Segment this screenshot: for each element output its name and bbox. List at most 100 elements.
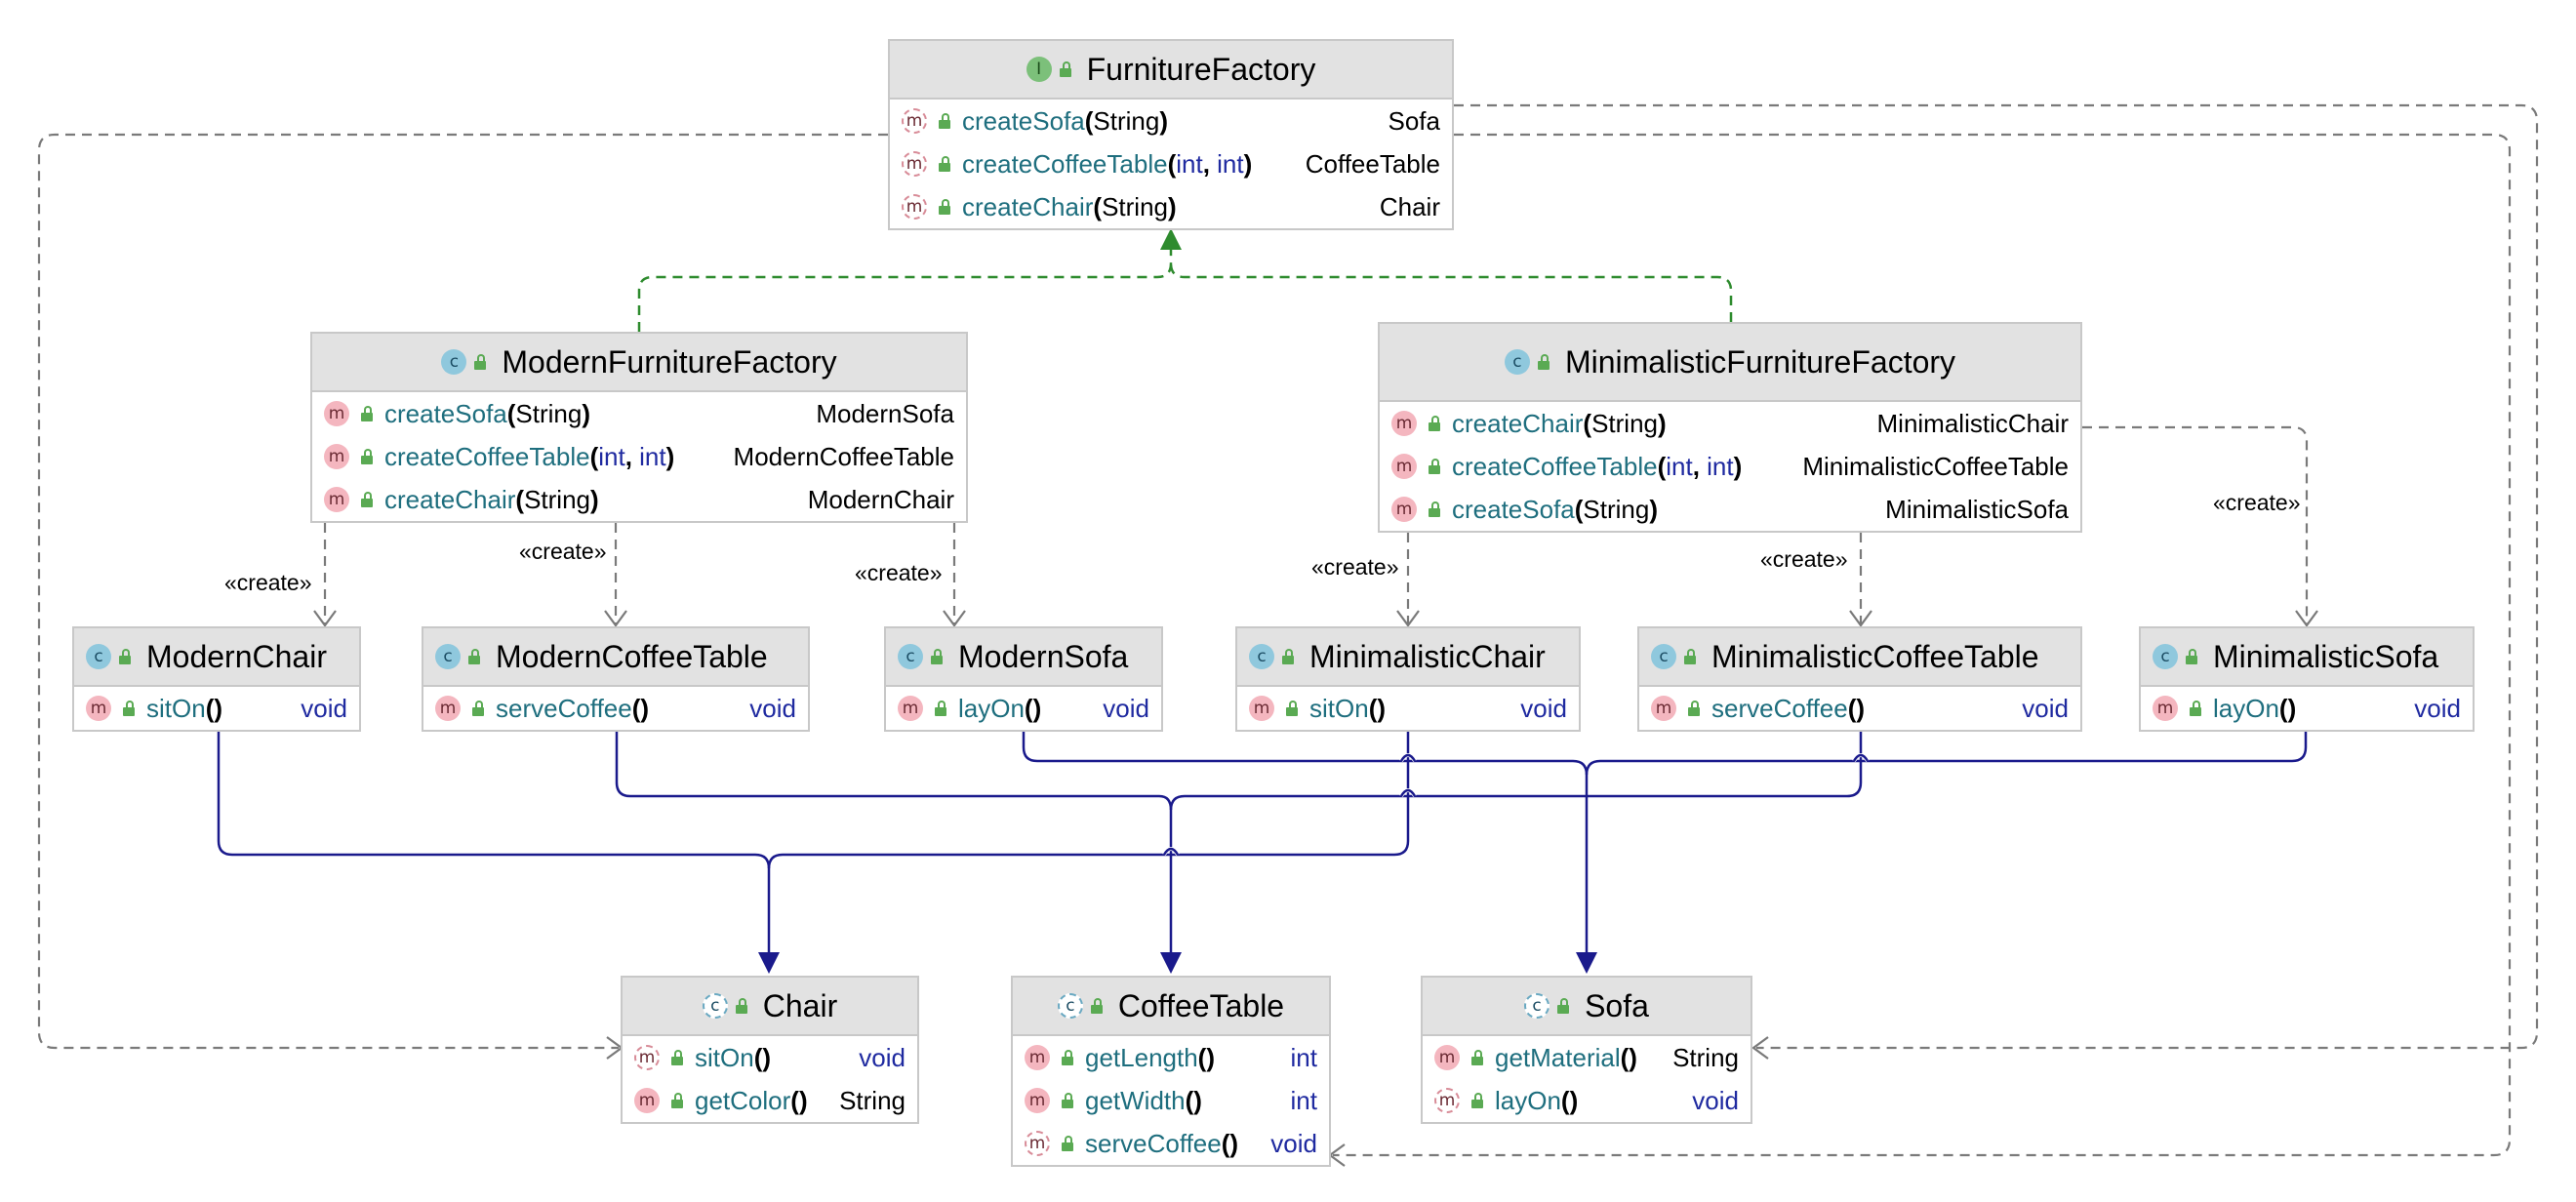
method-icon: m: [1249, 696, 1274, 721]
class-header: c Chair: [623, 978, 917, 1036]
method-row[interactable]: m getMaterial() String: [1423, 1036, 1751, 1079]
method-row[interactable]: m createCoffeeTable(int, int) ModernCoff…: [312, 435, 966, 478]
public-icon: [937, 199, 952, 215]
public-icon: [359, 406, 375, 421]
class-minimalisticfurniturefactory[interactable]: c MinimalisticFurnitureFactory m createC…: [1378, 322, 2082, 533]
class-header: c ModernFurnitureFactory: [312, 334, 966, 392]
create-label: «create»: [2213, 490, 2301, 515]
method-name: createSofa: [384, 398, 507, 428]
return-type: void: [859, 1042, 906, 1072]
method-row[interactable]: m layOn() void: [2141, 687, 2473, 730]
interface-icon: I: [1026, 57, 1052, 82]
class-header: I FurnitureFactory: [890, 41, 1452, 100]
class-name: MinimalisticCoffeeTable: [1711, 638, 2039, 674]
method-row[interactable]: m createChair(String) ModernChair: [312, 478, 966, 521]
method-row[interactable]: m createCoffeeTable(int, int) CoffeeTabl…: [890, 142, 1452, 185]
method-icon: m: [324, 401, 349, 426]
class-name: ModernSofa: [958, 638, 1129, 674]
return-type: CoffeeTable: [1305, 148, 1440, 179]
method-row[interactable]: m createChair(String) Chair: [890, 185, 1452, 228]
method-row[interactable]: m sitOn() void: [74, 687, 359, 730]
class-icon: c: [898, 644, 923, 669]
public-icon: [2184, 649, 2199, 664]
class-icon: c: [1249, 644, 1274, 669]
method-name: createChair: [1452, 408, 1584, 438]
method-row[interactable]: m createCoffeeTable(int, int) Minimalist…: [1380, 445, 2080, 488]
class-name: MinimalisticSofa: [2213, 638, 2439, 674]
abstract-method-icon: m: [634, 1045, 660, 1070]
edge-minimalisticchair-to-chair: [767, 730, 1410, 869]
method-name: serveCoffee: [496, 693, 632, 723]
method-row[interactable]: m sitOn() void: [623, 1036, 917, 1079]
class-sofa[interactable]: c Sofa m getMaterial() String m layOn() …: [1421, 976, 1752, 1124]
class-minimalisticcoffeetable[interactable]: c MinimalisticCoffeeTable m serveCoffee(…: [1637, 626, 2082, 732]
method-row[interactable]: m layOn() void: [1423, 1079, 1751, 1122]
edge-minimalisticfactory-implements: [1169, 262, 1733, 322]
method-row[interactable]: m sitOn() void: [1237, 687, 1579, 730]
public-icon: [1060, 1050, 1075, 1065]
method-row[interactable]: m getWidth() int: [1013, 1079, 1329, 1122]
public-icon: [929, 649, 945, 664]
class-icon: c: [1651, 644, 1676, 669]
return-type: ModernSofa: [816, 398, 954, 428]
method-row[interactable]: m createChair(String) MinimalisticChair: [1380, 402, 2080, 445]
method-row[interactable]: m getColor() String: [623, 1079, 917, 1122]
arrowhead-coffeetable: [1160, 952, 1182, 974]
return-type: int: [1290, 1085, 1317, 1115]
edge-modernsofa-to-sofa: [1022, 730, 1589, 954]
public-icon: [933, 701, 948, 716]
return-type: void: [2022, 693, 2069, 723]
class-furniturefactory[interactable]: I FurnitureFactory m createSofa(String) …: [888, 39, 1454, 230]
method-row[interactable]: m getLength() int: [1013, 1036, 1329, 1079]
return-type: MinimalisticChair: [1876, 408, 2069, 438]
class-chair[interactable]: c Chair m sitOn() void m getColor() Stri…: [621, 976, 919, 1124]
return-type: void: [1692, 1085, 1739, 1115]
method-row[interactable]: m createSofa(String) Sofa: [890, 100, 1452, 142]
class-name: ModernChair: [146, 638, 327, 674]
class-minimalisticchair[interactable]: c MinimalisticChair m sitOn() void: [1235, 626, 1581, 732]
method-icon: m: [1434, 1045, 1460, 1070]
abstract-method-icon: m: [902, 151, 927, 177]
return-type: MinimalisticCoffeeTable: [1802, 451, 2069, 481]
abstract-class-icon: c: [702, 993, 728, 1019]
method-row[interactable]: m serveCoffee() void: [1639, 687, 2080, 730]
public-icon: [466, 649, 482, 664]
method-row[interactable]: m serveCoffee() void: [1013, 1122, 1329, 1165]
arrowhead-furniturefactory: [1160, 228, 1182, 250]
public-icon: [117, 649, 133, 664]
class-modernchair[interactable]: c ModernChair m sitOn() void: [72, 626, 361, 732]
method-name: getMaterial: [1495, 1042, 1621, 1072]
class-name: MinimalisticChair: [1309, 638, 1546, 674]
method-row[interactable]: m createSofa(String) ModernSofa: [312, 392, 966, 435]
class-modernfurniturefactory[interactable]: c ModernFurnitureFactory m createSofa(St…: [310, 332, 968, 523]
edge-minimalisticcoffeetable-to-coffeetable: [1169, 730, 1863, 811]
method-name: createChair: [384, 484, 516, 514]
class-minimalisticsofa[interactable]: c MinimalisticSofa m layOn() void: [2139, 626, 2475, 732]
public-icon: [472, 354, 488, 370]
method-icon: m: [86, 696, 111, 721]
method-icon: m: [1391, 454, 1417, 479]
class-modernsofa[interactable]: c ModernSofa m layOn() void: [884, 626, 1163, 732]
edge-factory-uses-sofa: [1454, 103, 2539, 1050]
method-name: sitOn: [146, 693, 206, 723]
method-name: getWidth: [1085, 1085, 1186, 1115]
class-name: ModernFurnitureFactory: [502, 343, 837, 380]
public-icon: [1280, 649, 1296, 664]
public-icon: [669, 1050, 685, 1065]
method-name: getColor: [695, 1085, 791, 1115]
class-moderncoffeetable[interactable]: c ModernCoffeeTable m serveCoffee() void: [422, 626, 810, 732]
class-coffeetable[interactable]: c CoffeeTable m getLength() int m getWid…: [1011, 976, 1331, 1167]
edge-minimalisticsofa-to-sofa: [1585, 730, 2308, 776]
public-icon: [937, 113, 952, 129]
class-header: c MinimalisticFurnitureFactory: [1380, 324, 2080, 402]
public-icon: [1089, 998, 1105, 1014]
class-name: ModernCoffeeTable: [496, 638, 768, 674]
edge-moderncoffeetable-to-coffeetable: [615, 730, 1173, 954]
public-icon: [1427, 416, 1442, 431]
implements-edges: [637, 250, 1733, 332]
method-row[interactable]: m layOn() void: [886, 687, 1161, 730]
method-row[interactable]: m createSofa(String) MinimalisticSofa: [1380, 488, 2080, 531]
method-icon: m: [324, 487, 349, 512]
method-icon: m: [435, 696, 461, 721]
method-row[interactable]: m serveCoffee() void: [423, 687, 808, 730]
